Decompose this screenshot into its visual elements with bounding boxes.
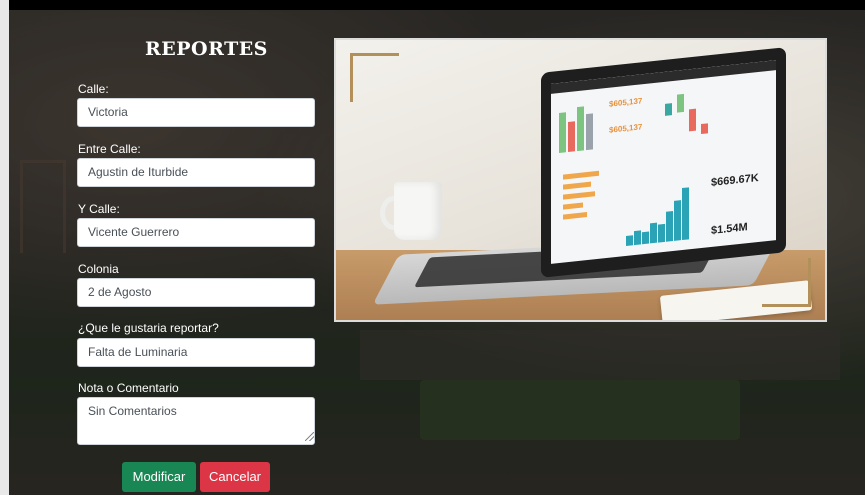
waterfall-chart [661,86,721,142]
entre-calle-label: Entre Calle: [78,142,141,156]
laptop-photo: $605,137 $605,137 $669.67K $1.54M [334,38,827,322]
report-type-field[interactable]: Falta de Luminaria [77,338,315,367]
note-textarea[interactable]: Sin Comentarios [77,397,315,445]
colonia-field[interactable]: 2 de Agosto [77,278,315,307]
page-title: REPORTES [145,38,268,60]
frame-corner-bottom-right [762,258,811,307]
calle-field[interactable]: Victoria [77,98,315,127]
dashboard-screen: $605,137 $605,137 $669.67K $1.54M [551,60,776,264]
screen-value-2: $1.54M [711,221,748,238]
report-type-label: ¿Que le gustaria reportar? [78,321,219,335]
laptop-screen: $605,137 $605,137 $669.67K $1.54M [541,47,786,278]
dashboard-bars-1 [559,99,599,153]
screen-value-3: $605,137 [609,96,643,109]
colonia-label: Colonia [78,262,119,276]
dashboard-header [551,60,776,94]
note-label: Nota o Comentario [78,381,179,395]
entre-calle-field[interactable]: Agustin de Iturbide [77,158,315,187]
hbar-chart [563,170,603,244]
y-calle-field[interactable]: Vicente Guerrero [77,218,315,247]
mug [394,182,442,240]
teal-bars [626,179,696,246]
frame-corner-top-left [350,53,399,102]
left-edge [0,0,9,495]
screen-value-4: $605,137 [609,122,643,135]
cancel-button[interactable]: Cancelar [200,462,270,492]
screen-value-1: $669.67K [711,171,759,190]
calle-label: Calle: [78,82,109,96]
y-calle-label: Y Calle: [78,202,120,216]
modify-button[interactable]: Modificar [122,462,196,492]
resize-grip-icon[interactable] [305,432,314,441]
top-bar [0,0,865,10]
